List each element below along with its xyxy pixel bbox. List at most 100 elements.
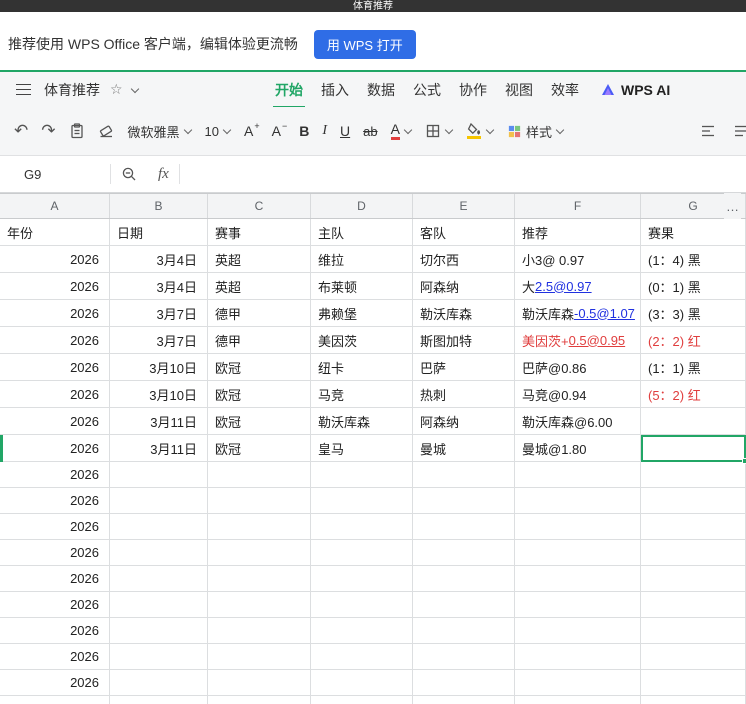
fill-handle[interactable]: [742, 458, 746, 464]
cell[interactable]: [208, 488, 311, 514]
cell[interactable]: 英超: [208, 273, 311, 300]
cell[interactable]: 2026: [0, 566, 110, 592]
cell[interactable]: 3月4日: [110, 273, 208, 300]
tab-视图[interactable]: 视图: [505, 80, 533, 100]
font-size-select[interactable]: 10: [205, 124, 231, 139]
cell[interactable]: [413, 462, 515, 488]
cell[interactable]: 3月7日: [110, 300, 208, 327]
column-header-A[interactable]: A: [0, 194, 110, 218]
cell[interactable]: [515, 566, 641, 592]
header-cell[interactable]: 赛事: [208, 219, 311, 246]
cell[interactable]: [208, 566, 311, 592]
cell[interactable]: [413, 540, 515, 566]
cell[interactable]: 切尔西: [413, 246, 515, 273]
cell[interactable]: 2026: [0, 327, 110, 354]
align-button[interactable]: [700, 123, 716, 139]
cell[interactable]: [515, 540, 641, 566]
font-name-select[interactable]: 微软雅黑: [128, 122, 192, 141]
cell[interactable]: [110, 618, 208, 644]
hamburger-menu-icon[interactable]: [16, 84, 31, 95]
cell[interactable]: 欧冠: [208, 354, 311, 381]
cell[interactable]: 2026: [0, 644, 110, 670]
cell[interactable]: 3月11日: [110, 435, 208, 462]
borders-button[interactable]: [425, 123, 453, 139]
wps-ai-button[interactable]: WPS AI: [600, 72, 670, 107]
cell[interactable]: [311, 670, 413, 696]
column-header-D[interactable]: D: [311, 194, 413, 218]
bold-button[interactable]: B: [299, 123, 309, 139]
cell[interactable]: 皇马: [311, 435, 413, 462]
cell[interactable]: 2026: [0, 408, 110, 435]
cell[interactable]: [311, 540, 413, 566]
cell[interactable]: [413, 644, 515, 670]
cell[interactable]: (1：1) 黑: [641, 354, 746, 381]
cell[interactable]: [208, 618, 311, 644]
selected-cell[interactable]: [641, 435, 746, 464]
cell[interactable]: 德甲: [208, 327, 311, 354]
cell[interactable]: [110, 696, 208, 704]
column-header-C[interactable]: C: [208, 194, 311, 218]
cell[interactable]: (1：4) 黑: [641, 246, 746, 273]
cell[interactable]: [413, 514, 515, 540]
cell[interactable]: 斯图加特: [413, 327, 515, 354]
cell[interactable]: [110, 462, 208, 488]
insert-function-button[interactable]: fx: [158, 166, 169, 183]
cell[interactable]: 2026: [0, 300, 110, 327]
cell[interactable]: [641, 540, 746, 566]
cell[interactable]: [515, 670, 641, 696]
cell[interactable]: 勒沃库森 -0.5@1.07: [515, 300, 641, 327]
cell[interactable]: 3月4日: [110, 246, 208, 273]
cell[interactable]: 3月10日: [110, 354, 208, 381]
decrease-font-button[interactable]: A −: [272, 121, 288, 139]
cell[interactable]: [413, 670, 515, 696]
undo-button[interactable]: ↶: [14, 121, 28, 141]
column-header-E[interactable]: E: [413, 194, 515, 218]
cell[interactable]: [311, 696, 413, 704]
cell[interactable]: [413, 488, 515, 514]
cell[interactable]: 3月7日: [110, 327, 208, 354]
cell[interactable]: [311, 592, 413, 618]
cell[interactable]: 3月11日: [110, 408, 208, 435]
cell[interactable]: (2：2) 红: [641, 327, 746, 354]
cell[interactable]: [641, 488, 746, 514]
cell[interactable]: [208, 540, 311, 566]
cell[interactable]: [110, 670, 208, 696]
cell[interactable]: 欧冠: [208, 435, 311, 462]
cell[interactable]: [311, 462, 413, 488]
header-cell[interactable]: 主队: [311, 219, 413, 246]
more-columns-button[interactable]: …: [724, 193, 741, 219]
cell[interactable]: [641, 644, 746, 670]
cell[interactable]: 2026: [0, 246, 110, 273]
cell[interactable]: 2026: [0, 514, 110, 540]
cell[interactable]: 维拉: [311, 246, 413, 273]
styles-button[interactable]: 样式: [507, 122, 564, 141]
redo-button[interactable]: ↷: [41, 121, 55, 141]
cell[interactable]: 巴萨@0.86: [515, 354, 641, 381]
tab-数据[interactable]: 数据: [367, 80, 395, 100]
cell[interactable]: 布莱顿: [311, 273, 413, 300]
cell[interactable]: [515, 618, 641, 644]
cell[interactable]: [311, 488, 413, 514]
cell[interactable]: 巴萨: [413, 354, 515, 381]
cell[interactable]: 纽卡: [311, 354, 413, 381]
cell[interactable]: [641, 696, 746, 704]
title-chevron-down-icon[interactable]: [131, 86, 139, 94]
cell[interactable]: 大 2.5@0.97: [515, 273, 641, 300]
cell[interactable]: 热刺: [413, 381, 515, 408]
header-cell[interactable]: 年份: [0, 219, 110, 246]
tab-插入[interactable]: 插入: [321, 80, 349, 100]
cell[interactable]: [208, 644, 311, 670]
cell[interactable]: 2026: [0, 540, 110, 566]
cell[interactable]: [641, 462, 746, 488]
cell[interactable]: [110, 514, 208, 540]
cell[interactable]: [311, 618, 413, 644]
underline-button[interactable]: U: [340, 123, 350, 139]
cell[interactable]: 2026: [0, 354, 110, 381]
cell[interactable]: [515, 644, 641, 670]
cell[interactable]: (0：1) 黑: [641, 273, 746, 300]
cell[interactable]: [311, 514, 413, 540]
cell[interactable]: [515, 514, 641, 540]
cell[interactable]: 勒沃库森: [413, 300, 515, 327]
cell[interactable]: 阿森纳: [413, 408, 515, 435]
cell[interactable]: 美因茨+ 0.5@0.95: [515, 327, 641, 354]
